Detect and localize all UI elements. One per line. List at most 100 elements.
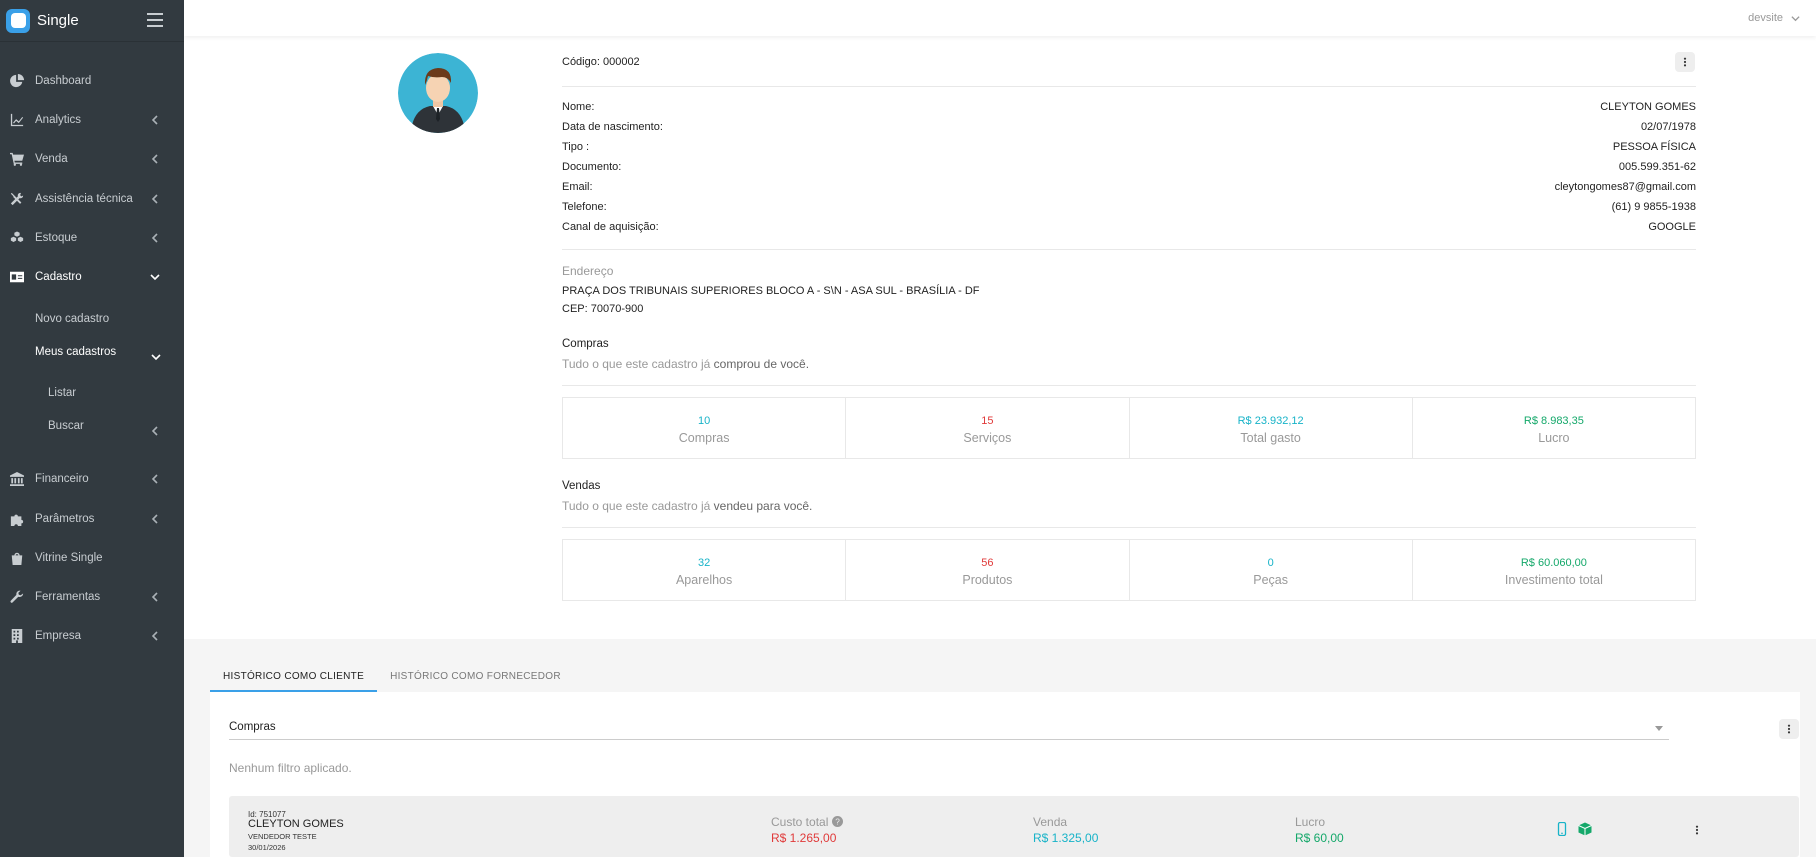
sidebar-sub-buscar[interactable]: Buscar — [48, 420, 84, 432]
sidebar-item-label: Cadastro — [35, 271, 82, 283]
tab-historico-fornecedor[interactable]: HISTÓRICO COMO FORNECEDOR — [377, 661, 574, 692]
line-chart-icon — [9, 112, 24, 127]
order-date: 30/01/2026 — [248, 843, 286, 852]
caret-down-icon — [1655, 726, 1663, 731]
sidebar-item-parametros[interactable]: Parâmetros — [0, 504, 184, 534]
chevron-left-icon — [150, 514, 160, 524]
chevron-left-icon — [150, 154, 160, 164]
sidebar-item-financeiro[interactable]: Financeiro — [0, 464, 184, 494]
field-value-nome: CLEYTON GOMES — [1600, 101, 1696, 113]
kebab-icon — [1695, 825, 1699, 835]
sidebar-item-assistencia-tecnica[interactable]: Assistência técnica — [0, 184, 184, 214]
sidebar-item-label: Vitrine Single — [35, 552, 103, 564]
sidebar-item-analytics[interactable]: Analytics — [0, 105, 184, 135]
sidebar-sub-listar[interactable]: Listar — [48, 387, 76, 399]
divider — [562, 527, 1696, 528]
app-logo — [6, 8, 30, 33]
sidebar-item-vitrine-single[interactable]: Vitrine Single — [0, 543, 184, 573]
chevron-left-icon — [150, 631, 160, 641]
field-label-tipo: Tipo : — [562, 141, 590, 153]
order-options-button[interactable] — [1687, 820, 1707, 840]
profile-options-button[interactable] — [1675, 52, 1695, 72]
divider — [562, 86, 1696, 87]
user-menu[interactable]: devsite — [1748, 12, 1800, 24]
field-label-telefone: Telefone: — [562, 201, 607, 213]
field-label-canal: Canal de aquisição: — [562, 221, 659, 233]
custo-label: Custo total ? — [771, 815, 843, 829]
bank-icon — [9, 471, 24, 486]
stat-produtos: 56 Produtos — [846, 540, 1130, 600]
field-value-tipo: PESSOA FÍSICA — [1612, 141, 1696, 153]
stat-lucro: R$ 8.983,35 Lucro — [1523, 415, 1584, 445]
sidebar-item-label: Financeiro — [35, 473, 89, 485]
custo-value: R$ 1.265,00 — [771, 831, 837, 845]
id-card-icon — [9, 269, 24, 284]
stat-investimento: R$ 60.060,00 Investimento total — [1504, 557, 1603, 587]
sidebar-item-estoque[interactable]: Estoque — [0, 223, 184, 253]
stat-pecas: 0 Peças — [1130, 540, 1413, 600]
field-value-canal: GOOGLE — [1648, 221, 1696, 233]
box-icon — [1578, 822, 1592, 836]
endereco-line1: PRAÇA DOS TRIBUNAIS SUPERIORES BLOCO A -… — [562, 285, 980, 297]
bag-icon — [9, 550, 24, 565]
field-value-documento: 005.599.351-62 — [1618, 161, 1696, 173]
sidebar-item-cadastro[interactable]: Cadastro — [0, 262, 184, 292]
puzzle-icon — [9, 511, 24, 526]
vendas-title: Vendas — [562, 480, 601, 492]
field-label-nascimento: Data de nascimento: — [562, 121, 663, 133]
mobile-phone-icon — [1555, 821, 1569, 837]
pie-chart-icon — [9, 73, 24, 88]
top-header: devsite — [184, 0, 1816, 36]
sidebar-item-label: Assistência técnica — [35, 193, 133, 205]
chevron-left-icon — [150, 194, 160, 204]
field-value-telefone: (61) 9 9855-1938 — [1611, 201, 1696, 213]
sidebar-item-label: Parâmetros — [35, 513, 95, 525]
tab-historico-cliente[interactable]: HISTÓRICO COMO CLIENTE — [210, 661, 378, 692]
sidebar-item-venda[interactable]: Venda — [0, 144, 184, 174]
field-value-email: cleytongomes87@gmail.com — [1554, 181, 1696, 193]
stat-total-gasto: R$ 23.932,12 Total gasto — [1130, 398, 1413, 458]
avatar — [398, 53, 478, 133]
field-label-email: Email: — [562, 181, 593, 193]
sidebar: Single Dashboard Analytics Venda Assistê… — [0, 0, 184, 857]
stat-compras: 10 Compras — [563, 398, 847, 458]
no-filter-text: Nenhum filtro aplicado. — [229, 761, 352, 775]
kebab-icon — [1683, 57, 1687, 67]
chevron-down-icon — [151, 349, 161, 361]
building-icon — [9, 628, 24, 643]
user-name: devsite — [1748, 12, 1783, 24]
svg-text:?: ? — [835, 817, 840, 826]
history-type-select[interactable]: Compras — [229, 714, 1669, 740]
field-value-nascimento: 02/07/1978 — [1640, 121, 1696, 133]
chevron-down-icon — [1791, 15, 1800, 21]
chevron-left-icon — [150, 423, 160, 436]
kebab-icon — [1787, 724, 1791, 734]
sidebar-item-label: Analytics — [35, 114, 82, 126]
field-label-documento: Documento: — [562, 161, 622, 173]
sidebar-sub-meus-cadastros[interactable]: Meus cadastros — [35, 346, 116, 358]
sidebar-item-empresa[interactable]: Empresa — [0, 621, 184, 651]
lucro-value: R$ 60,00 — [1295, 831, 1344, 845]
chevron-left-icon — [150, 233, 160, 243]
compras-title: Compras — [562, 338, 609, 350]
menu-toggle-icon[interactable] — [147, 13, 163, 27]
chevron-left-icon — [150, 592, 160, 602]
chevron-down-icon — [150, 272, 160, 282]
divider — [562, 385, 1696, 386]
sidebar-item-ferramentas[interactable]: Ferramentas — [0, 582, 184, 612]
stat-servicos: 15 Serviços — [846, 398, 1130, 458]
compras-stats: 10 Compras 15 Serviços R$ 23.932,12 Total g… — [562, 397, 1696, 459]
help-icon[interactable]: ? — [831, 816, 843, 827]
history-options-button[interactable] — [1779, 719, 1799, 739]
cart-icon — [9, 151, 24, 166]
sidebar-item-dashboard[interactable]: Dashboard — [0, 66, 184, 96]
history-tabs: HISTÓRICO COMO CLIENTE HISTÓRICO COMO FO… — [210, 661, 574, 692]
app-name: Single — [37, 12, 79, 29]
sidebar-sub-novo-cadastro[interactable]: Novo cadastro — [35, 313, 109, 325]
vendas-stats: 32 Aparelhos 56 Produtos 0 Peças R$ 60.060,… — [562, 539, 1696, 601]
compras-subtitle: Tudo o que este cadastro já comprou de v… — [562, 357, 810, 371]
codigo-label: Código: 000002 — [562, 56, 640, 68]
wrench-icon — [9, 589, 24, 604]
venda-value: R$ 1.325,00 — [1033, 831, 1099, 845]
venda-label: Venda — [1033, 815, 1068, 829]
